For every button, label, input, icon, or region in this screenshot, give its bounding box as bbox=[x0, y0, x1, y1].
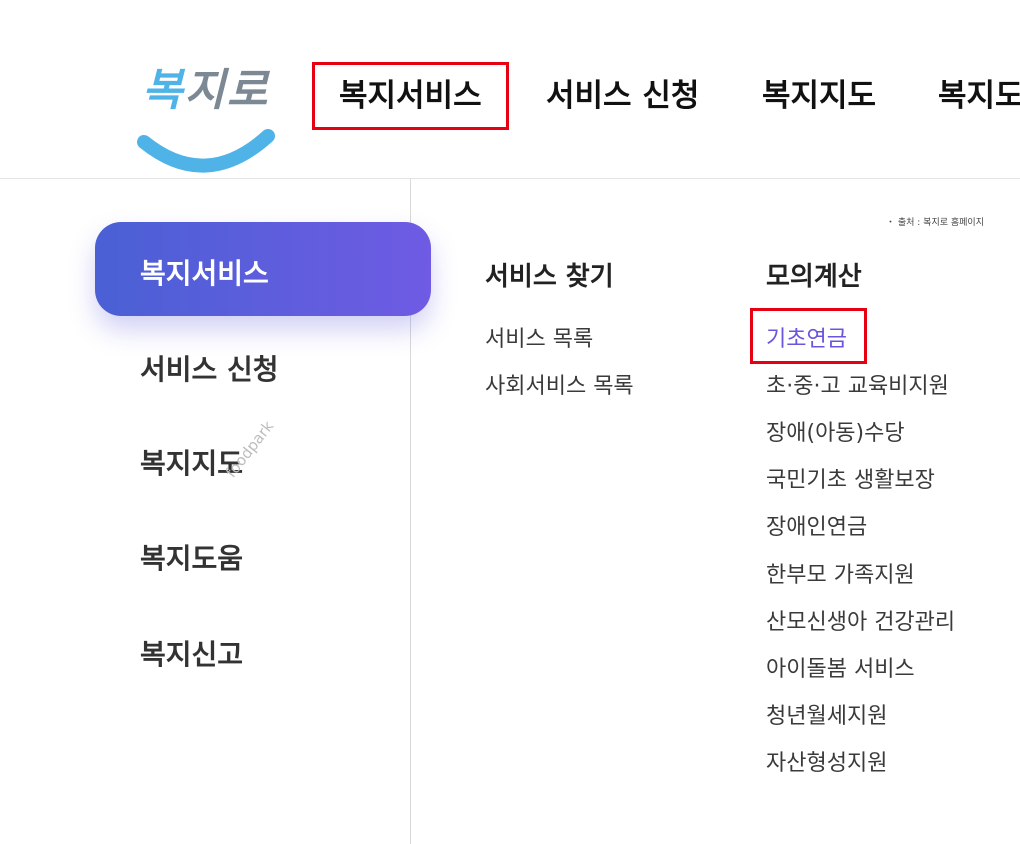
link-maternal-newborn-care[interactable]: 산모신생아 건강관리 bbox=[766, 604, 955, 636]
logo-text-rest: 지로 bbox=[184, 65, 270, 116]
column-title-service-search: 서비스 찾기 bbox=[485, 262, 614, 292]
link-social-service-list[interactable]: 사회서비스 목록 bbox=[485, 368, 634, 400]
bokjiro-logo[interactable]: 복지로 bbox=[136, 54, 278, 180]
gnb-item-welfare-service[interactable]: 복지서비스 bbox=[312, 62, 509, 130]
side-menu-item-welfare-help[interactable]: 복지도움 bbox=[140, 537, 243, 577]
side-menu-label: 복지서비스 bbox=[140, 257, 269, 290]
side-menu-item-welfare-service[interactable]: 복지서비스 bbox=[95, 222, 431, 316]
link-basic-livelihood[interactable]: 국민기초 생활보장 bbox=[766, 462, 935, 494]
link-childcare-service[interactable]: 아이돌봄 서비스 bbox=[766, 651, 915, 683]
column-title-simulation: 모의계산 bbox=[766, 262, 862, 292]
gnb-item-welfare-help[interactable]: 복지도 bbox=[938, 62, 1020, 130]
link-basic-pension[interactable]: 기초연금 bbox=[766, 321, 847, 353]
link-asset-building-support[interactable]: 자산형성지원 bbox=[766, 745, 887, 777]
link-disabled-child-allowance[interactable]: 장애(아동)수당 bbox=[766, 415, 905, 447]
link-single-parent-support[interactable]: 한부모 가족지원 bbox=[766, 557, 915, 589]
link-education-support[interactable]: 초·중·고 교육비지원 bbox=[766, 368, 949, 400]
gnb-item-welfare-map[interactable]: 복지지도 bbox=[762, 62, 876, 130]
link-disability-pension[interactable]: 장애인연금 bbox=[766, 509, 867, 541]
link-service-list[interactable]: 서비스 목록 bbox=[485, 321, 593, 353]
site-header: 복지로 복지서비스 서비스 신청 복지지도 복지도 bbox=[0, 0, 1020, 179]
side-menu-item-welfare-report[interactable]: 복지신고 bbox=[140, 633, 243, 673]
link-youth-rent-support[interactable]: 청년월세지원 bbox=[766, 698, 887, 730]
gnb-item-service-application[interactable]: 서비스 신청 bbox=[546, 62, 699, 130]
logo-text: 복지로 bbox=[142, 54, 269, 118]
source-note: ・ 출처 : 복지로 홈페이지 bbox=[886, 218, 984, 228]
logo-smile-icon bbox=[137, 129, 275, 173]
logo-text-first: 복 bbox=[142, 65, 185, 116]
side-menu-item-service-application[interactable]: 서비스 신청 bbox=[140, 348, 279, 388]
